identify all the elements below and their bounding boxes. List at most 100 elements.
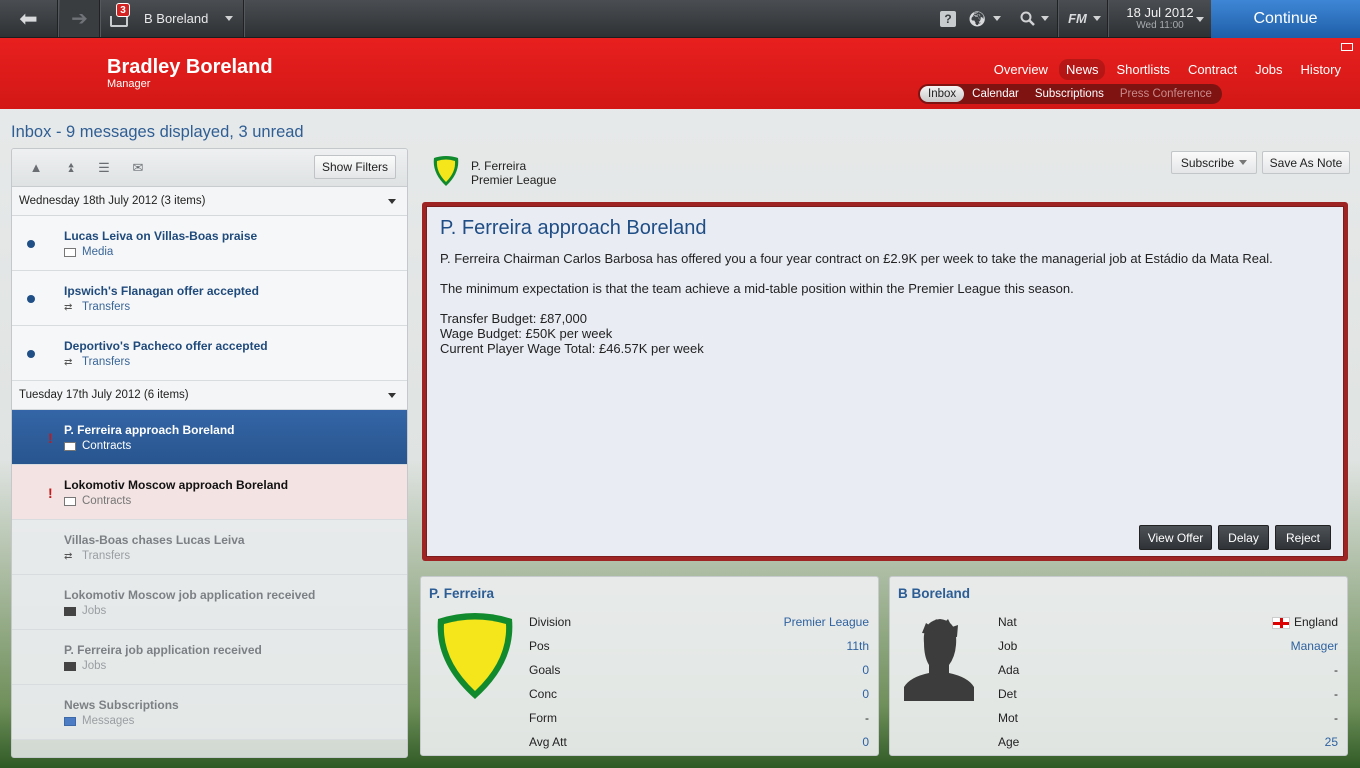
nav-jobs[interactable]: Jobs	[1248, 59, 1289, 80]
message-category: Jobs	[64, 605, 106, 617]
person-silhouette-icon	[904, 619, 974, 701]
message-title: P. Ferreira approach Boreland	[440, 217, 707, 239]
collapse-all-icon[interactable]: ⏫︎	[62, 160, 78, 176]
list-view-icon[interactable]: ☰	[96, 160, 112, 176]
tab-calendar[interactable]: Calendar	[964, 86, 1027, 102]
back-button[interactable]: ⬅	[0, 0, 58, 37]
manager-select[interactable]: B Boreland	[136, 0, 244, 37]
date-group-header[interactable]: Tuesday 17th July 2012 (6 items)	[12, 381, 407, 410]
transfer-icon: ⇄	[64, 356, 73, 368]
unread-dot-icon	[27, 240, 35, 248]
move-up-icon[interactable]: ▲	[28, 160, 44, 175]
current-time: Wed 11:00	[1136, 20, 1184, 32]
category-label: Messages	[82, 715, 135, 727]
nav-history[interactable]: History	[1294, 59, 1348, 80]
globe-icon: 🌍︎	[967, 10, 987, 28]
row-value[interactable]: 25	[1325, 735, 1338, 749]
search-button[interactable]	[1012, 0, 1058, 37]
category-label: Contracts	[82, 440, 132, 452]
category-label: Media	[82, 246, 114, 258]
message-list-item[interactable]: News Subscriptions Messages	[12, 685, 407, 740]
row-label: Conc	[529, 687, 558, 701]
subscribe-button[interactable]: Subscribe	[1171, 151, 1257, 174]
date-display[interactable]: 18 Jul 2012 Wed 11:00	[1110, 0, 1210, 37]
club-row-goals: Goals 0	[529, 658, 869, 682]
row-value[interactable]: England	[1271, 615, 1338, 629]
message-subject: Villas-Boas chases Lucas Leiva	[64, 533, 245, 547]
message-category: ⇄ Transfers	[64, 301, 130, 313]
date-group-header[interactable]: Wednesday 18th July 2012 (3 items)	[12, 187, 407, 216]
message-list-item[interactable]: P. Ferreira job application received Jobs	[12, 630, 407, 685]
main-nav: Overview News Shortlists Contract Jobs H…	[987, 59, 1348, 80]
message-list-item[interactable]: ! P. Ferreira approach Boreland Contracts	[12, 410, 407, 465]
fm-menu-button[interactable]: FM	[1062, 0, 1108, 37]
row-value[interactable]: 0	[862, 663, 869, 677]
manager-row-ada: Ada -	[998, 658, 1338, 682]
manager-row-nat: Nat England	[998, 610, 1338, 634]
save-as-note-button[interactable]: Save As Note	[1262, 151, 1350, 174]
club-row-pos: Pos 11th	[529, 634, 869, 658]
message-list-item[interactable]: Villas-Boas chases Lucas Leiva ⇄ Transfers	[12, 520, 407, 575]
continue-button[interactable]: Continue	[1211, 0, 1360, 38]
forward-button[interactable]: ➔	[60, 0, 100, 37]
help-button[interactable]: ?	[936, 0, 960, 37]
row-value[interactable]: 11th	[847, 639, 869, 653]
tab-subscriptions[interactable]: Subscriptions	[1027, 86, 1112, 102]
manager-row-mot: Mot -	[998, 706, 1338, 730]
row-value[interactable]: 0	[862, 687, 869, 701]
tab-press-conference: Press Conference	[1119, 88, 1212, 100]
row-value[interactable]: Manager	[1291, 639, 1338, 653]
message-subject: News Subscriptions	[64, 698, 179, 712]
search-icon	[1020, 11, 1035, 26]
message-list-item[interactable]: Deportivo's Pacheco offer accepted ⇄ Trans…	[12, 326, 407, 381]
envelope-icon[interactable]: ✉︎	[130, 160, 146, 176]
nav-news[interactable]: News	[1058, 59, 1106, 80]
nav-overview[interactable]: Overview	[987, 59, 1055, 80]
club-row-conc: Conc 0	[529, 682, 869, 706]
row-label: Mot	[998, 711, 1019, 725]
manager-panel-title[interactable]: B Boreland	[898, 586, 970, 601]
delay-button[interactable]: Delay	[1218, 525, 1269, 550]
club-panel-title[interactable]: P. Ferreira	[429, 586, 494, 601]
view-offer-button[interactable]: View Offer	[1139, 525, 1212, 550]
message-list-item[interactable]: Lucas Leiva on Villas-Boas praise Media	[12, 216, 407, 271]
messages-icon	[64, 716, 76, 726]
message-list-item[interactable]: Ipswich's Flanagan offer accepted ⇄ Transf…	[12, 271, 407, 326]
world-menu-button[interactable]: 🌍︎	[964, 0, 1004, 37]
nav-shortlists[interactable]: Shortlists	[1109, 59, 1176, 80]
message-list-item[interactable]: ! Lokomotiv Moscow approach Boreland Contr…	[12, 465, 407, 520]
message-panel: P. Ferreira approach Boreland P. Ferreir…	[422, 202, 1348, 561]
message-paragraph: P. Ferreira Chairman Carlos Barbosa has …	[440, 251, 1273, 266]
club-crest-icon	[433, 156, 459, 186]
manager-row-age: Age 25	[998, 730, 1338, 754]
sub-nav: Inbox Calendar Subscriptions Press Confe…	[918, 84, 1222, 104]
row-label: Avg Att	[529, 735, 567, 749]
category-label: Contracts	[82, 495, 132, 507]
message-subject: Deportivo's Pacheco offer accepted	[64, 339, 268, 353]
transfer-budget: Transfer Budget: £87,000	[440, 311, 587, 326]
row-label: Goals	[529, 663, 561, 677]
row-value[interactable]: 0	[862, 735, 869, 749]
message-subject: Ipswich's Flanagan offer accepted	[64, 284, 259, 298]
date-group-label: Tuesday 17th July 2012 (6 items)	[19, 389, 189, 401]
screen-toggle-icon[interactable]	[1341, 43, 1353, 51]
page-title: Bradley Boreland	[107, 56, 273, 78]
club-row-division: Division Premier League	[529, 610, 869, 634]
england-flag-icon	[1271, 616, 1290, 629]
show-filters-button[interactable]: Show Filters	[313, 155, 396, 179]
row-label: Ada	[998, 663, 1020, 677]
tab-inbox[interactable]: Inbox	[920, 86, 965, 102]
nav-contract[interactable]: Contract	[1181, 59, 1244, 80]
message-subject: Lokomotiv Moscow approach Boreland	[64, 478, 289, 492]
message-list-item[interactable]: Lokomotiv Moscow job application receive…	[12, 575, 407, 630]
current-date: 18 Jul 2012	[1126, 4, 1194, 20]
row-label: Pos	[529, 639, 550, 653]
message-category: Media	[64, 246, 113, 258]
sender-name[interactable]: P. Ferreira	[471, 159, 526, 173]
chevron-down-icon	[388, 393, 396, 398]
row-value: -	[1334, 711, 1338, 725]
row-value[interactable]: Premier League	[784, 615, 869, 629]
reject-button[interactable]: Reject	[1275, 525, 1331, 550]
sender-competition[interactable]: Premier League	[471, 173, 556, 187]
manager-row-det: Det -	[998, 682, 1338, 706]
